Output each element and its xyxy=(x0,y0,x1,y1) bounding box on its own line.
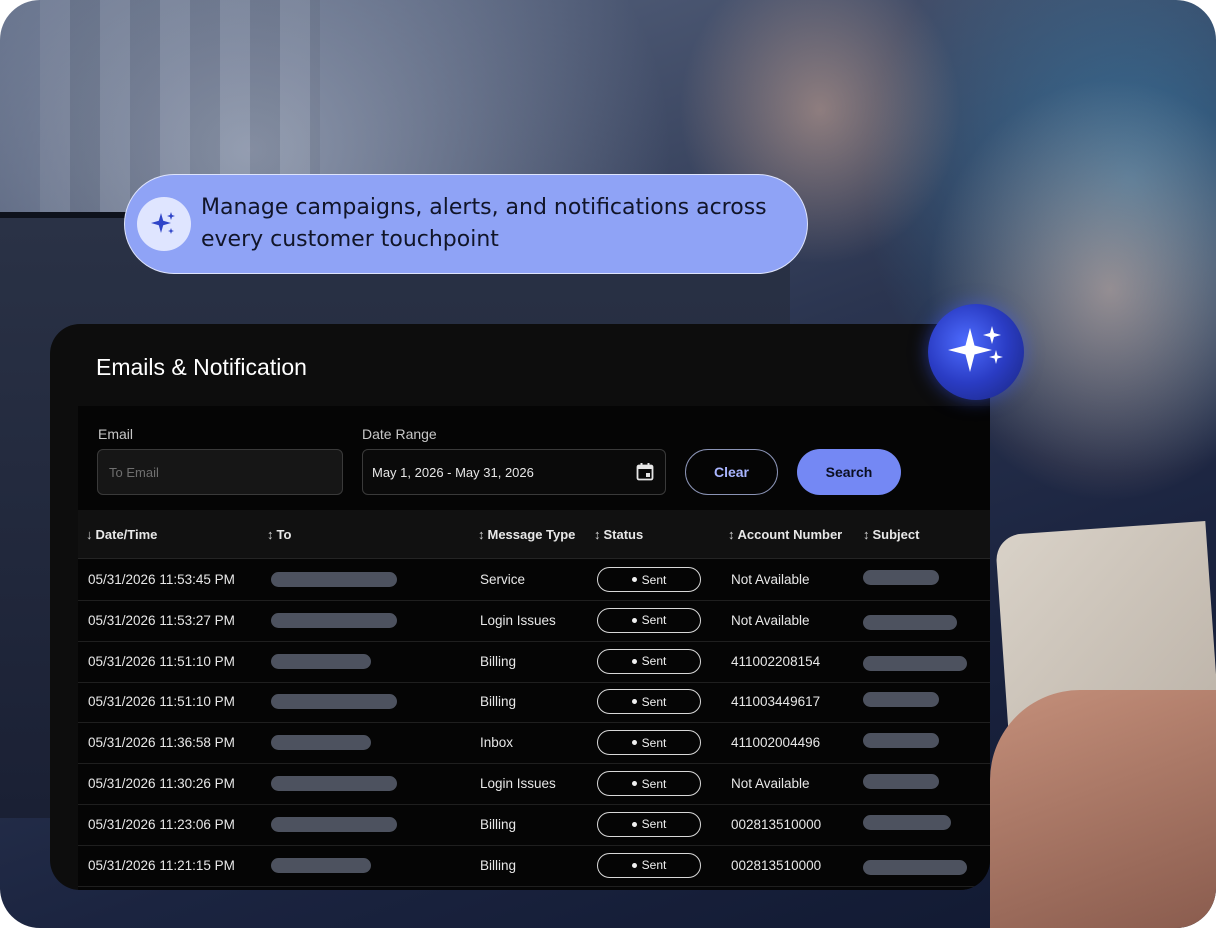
redacted-subject xyxy=(863,774,939,789)
status-dot-icon xyxy=(631,821,637,827)
datetime-cell: 05/31/2026 11:30:26 PM xyxy=(88,776,235,791)
redacted-recipient xyxy=(271,776,397,791)
message-type-cell: Billing xyxy=(480,816,517,832)
redacted-recipient xyxy=(271,735,371,751)
redacted-recipient xyxy=(271,572,397,587)
status-dot-icon xyxy=(631,781,637,786)
redacted-subject xyxy=(863,859,967,875)
account-number-cell: 411003449617 xyxy=(731,694,821,710)
redacted-recipient xyxy=(271,816,397,832)
redacted-subject xyxy=(863,814,951,830)
status-dot-icon xyxy=(631,577,637,582)
status-badge: Sent xyxy=(597,730,701,756)
status-dot-icon xyxy=(631,658,637,664)
datetime-cell: 05/31/2026 11:21:15 PM xyxy=(88,857,235,873)
status-dot-icon xyxy=(631,617,637,623)
redacted-subject xyxy=(863,733,939,749)
column-header-account-number[interactable]: ↕ Account Number xyxy=(728,510,842,558)
table-row[interactable]: 05/31/2026 11:53:45 PM Service Sent Not Ava… xyxy=(78,559,990,601)
redacted-subject xyxy=(863,655,967,671)
calendar-icon[interactable] xyxy=(635,462,655,485)
table-row[interactable]: 05/31/2026 11:36:58 PM Inbox Sent 411002004… xyxy=(78,722,990,765)
table-header: ↓ Date/Time ↕ To ↕ Message Type ↕ Status ↕ Ac… xyxy=(78,510,990,559)
column-header-message-type[interactable]: ↕ Message Type xyxy=(478,510,575,558)
sort-desc-icon: ↓ xyxy=(86,526,93,542)
account-number-cell: Not Available xyxy=(731,572,810,587)
account-number-cell: 002813510000 xyxy=(731,857,822,873)
date-range-value: May 1, 2026 - May 31, 2026 xyxy=(372,464,534,480)
datetime-cell: 05/31/2026 11:51:10 PM xyxy=(88,653,235,669)
status-dot-icon xyxy=(631,862,637,868)
sort-icon: ↕ xyxy=(267,526,274,542)
redacted-recipient xyxy=(271,694,397,710)
page-title: Emails & Notification xyxy=(96,354,307,380)
feature-banner: Manage campaigns, alerts, and notificati… xyxy=(124,174,808,274)
table-row[interactable]: 05/31/2026 11:23:06 PM Billing Sent 0028135… xyxy=(78,804,990,846)
search-button[interactable]: Search xyxy=(797,449,901,495)
table-row[interactable]: 05/31/2026 11:51:10 PM Billing Sent 4110022… xyxy=(78,641,990,683)
datetime-cell: 05/31/2026 11:51:10 PM xyxy=(88,694,235,710)
column-header-status[interactable]: ↕ Status xyxy=(594,510,643,558)
message-type-cell: Inbox xyxy=(480,735,514,751)
redacted-recipient xyxy=(271,612,397,628)
column-header-datetime[interactable]: ↓ Date/Time xyxy=(86,510,157,558)
status-dot-icon xyxy=(631,740,637,746)
clear-button[interactable]: Clear xyxy=(685,449,778,495)
status-badge: Sent xyxy=(597,852,701,878)
redacted-recipient xyxy=(271,653,371,669)
sparkle-icon xyxy=(137,197,191,251)
datetime-cell: 05/31/2026 11:23:06 PM xyxy=(88,816,235,832)
account-number-cell: Not Available xyxy=(731,776,810,791)
account-number-cell: 002813510000 xyxy=(731,816,822,832)
status-dot-icon xyxy=(631,699,637,705)
email-label: Email xyxy=(98,426,134,442)
filter-and-table-area: Email Date Range May 1, 2026 - May 31, 2… xyxy=(78,406,990,890)
ai-sparkle-icon xyxy=(928,304,1024,400)
sort-icon: ↕ xyxy=(478,526,485,542)
emails-notification-panel: Emails & Notification Email Date Range M… xyxy=(50,324,990,890)
message-type-cell: Login Issues xyxy=(480,776,556,791)
column-header-subject[interactable]: ↕ Subject xyxy=(863,510,919,558)
account-number-cell: 411002208154 xyxy=(731,653,821,669)
datetime-cell: 05/31/2026 11:53:27 PM xyxy=(88,612,235,628)
message-type-cell: Service xyxy=(480,572,526,587)
status-badge: Sent xyxy=(597,648,701,674)
table-row[interactable]: 05/31/2026 11:30:26 PM Login Issues Sent No… xyxy=(78,763,990,805)
message-type-cell: Billing xyxy=(480,694,517,710)
datetime-cell: 05/31/2026 11:53:45 PM xyxy=(88,572,235,587)
table-row[interactable]: 05/31/2026 11:51:10 PM Billing Sent 4110034… xyxy=(78,681,990,724)
email-field[interactable] xyxy=(97,449,343,495)
status-badge: Sent xyxy=(597,689,701,715)
column-header-to[interactable]: ↕ To xyxy=(267,510,291,558)
message-type-cell: Billing xyxy=(480,857,517,873)
message-type-cell: Billing xyxy=(480,653,517,669)
redacted-recipient xyxy=(271,857,371,873)
status-badge: Sent xyxy=(597,567,701,592)
message-type-cell: Login Issues xyxy=(480,612,556,628)
email-input[interactable] xyxy=(107,463,342,481)
sort-icon: ↕ xyxy=(594,526,601,542)
redacted-subject xyxy=(863,692,939,708)
status-badge: Sent xyxy=(597,607,701,633)
redacted-subject xyxy=(863,570,939,585)
table-row[interactable]: 05/31/2026 11:21:15 PM Billing Sent 0028135… xyxy=(78,845,990,887)
redacted-subject xyxy=(863,614,957,630)
status-badge: Sent xyxy=(597,811,701,837)
date-range-field[interactable]: May 1, 2026 - May 31, 2026 xyxy=(362,449,666,495)
table-row[interactable]: 05/31/2026 11:53:27 PM Login Issues Sent No… xyxy=(78,600,990,642)
sort-icon: ↕ xyxy=(863,526,870,542)
status-badge: Sent xyxy=(597,771,701,796)
sort-icon: ↕ xyxy=(728,526,735,542)
date-range-label: Date Range xyxy=(362,426,437,442)
datetime-cell: 05/31/2026 11:36:58 PM xyxy=(88,735,235,751)
banner-text: Manage campaigns, alerts, and notificati… xyxy=(201,195,767,252)
hero-frame: Manage campaigns, alerts, and notificati… xyxy=(0,0,1216,928)
account-number-cell: 411002004496 xyxy=(731,735,821,751)
background-hand xyxy=(990,690,1216,928)
account-number-cell: Not Available xyxy=(731,612,810,628)
